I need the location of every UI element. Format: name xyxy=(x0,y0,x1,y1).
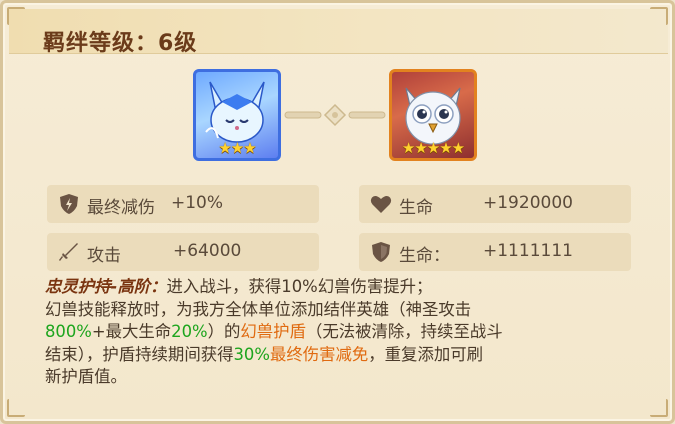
description-line-3: 800%+最大生命20%）的幻兽护盾（无法被清除，持续至战斗 xyxy=(45,321,645,344)
description-text: 结束），护盾持续期间获得 xyxy=(45,344,234,364)
corner-ornament-icon xyxy=(7,7,25,25)
stat-label: 最终减伤 xyxy=(87,198,155,218)
description-text: ）的 xyxy=(207,322,241,341)
corner-ornament-icon xyxy=(650,7,668,25)
stat-value: +10% xyxy=(171,193,224,213)
stat-value: +1920000 xyxy=(483,193,573,213)
stat-value: +1111111 xyxy=(483,241,573,261)
stat-life: 生命 +1920000 xyxy=(359,185,631,223)
skill-name: 忠灵护持-高阶： xyxy=(45,277,167,296)
description-line-5: 新护盾值。 xyxy=(45,366,645,389)
description-text: 进入战斗，获得10%幻兽伤害提升； xyxy=(166,277,433,296)
highlight-keyword: 最终伤害减免 xyxy=(269,344,369,364)
stat-label: 生命 xyxy=(399,198,433,218)
highlight-value: 20% xyxy=(171,322,208,341)
highlight-value: 800% xyxy=(45,322,92,341)
stat-value: +64000 xyxy=(173,241,242,261)
description-text: 幻兽技能释放时，为我方全体单位添加结伴英雄（神圣攻击 xyxy=(45,299,472,319)
highlight-keyword: 幻兽护盾 xyxy=(240,322,306,341)
hero-portrait-owl[interactable]: ★★★★★ xyxy=(389,69,477,161)
stat-attack: 攻击 +64000 xyxy=(47,233,319,271)
stat-label: 生命： xyxy=(399,246,450,266)
description-line-2: 幻兽技能释放时，为我方全体单位添加结伴英雄（神圣攻击 xyxy=(45,299,645,322)
stat-label: 攻击 xyxy=(87,246,121,266)
highlight-value: 30% xyxy=(233,344,270,364)
description-line-4: 结束），护盾持续期间获得30%最终伤害减免，重复添加可刷 xyxy=(45,344,645,367)
sword-icon xyxy=(59,243,78,261)
description-text: ，重复添加可刷 xyxy=(368,344,484,364)
heart-icon xyxy=(370,196,392,213)
description-text: （无法被清除，持续至战斗 xyxy=(305,322,503,341)
stat-life-2: 生命： +1111111 xyxy=(359,233,631,271)
description-line-1: 忠灵护持-高阶：进入战斗，获得10%幻兽伤害提升； xyxy=(45,276,645,299)
corner-ornament-icon xyxy=(7,399,25,417)
description-text: 新护盾值。 xyxy=(45,367,127,386)
title-bar: 羁绊等级：6级 xyxy=(9,9,668,56)
bond-level-title: 羁绊等级：6级 xyxy=(43,31,198,56)
hero-portrait-fox[interactable]: ★★★ xyxy=(193,69,281,161)
shield-icon xyxy=(372,242,390,262)
description-text: +最大生命 xyxy=(91,322,172,341)
bond-link-icon xyxy=(284,103,386,127)
star-rating-5: ★★★★★ xyxy=(401,139,465,157)
stat-final-damage-reduction: 最终减伤 +10% xyxy=(47,185,319,223)
bond-panel: 羁绊等级：6级 ★★★ ★★★★★ 最终减伤 +10% 生命 +1920000 … xyxy=(0,0,675,424)
skill-description: 忠灵护持-高阶：进入战斗，获得10%幻兽伤害提升； 幻兽技能释放时，为我方全体单… xyxy=(45,276,645,389)
shield-lightning-icon xyxy=(60,194,78,214)
corner-ornament-icon xyxy=(650,399,668,417)
star-rating-3: ★★★ xyxy=(218,139,256,157)
